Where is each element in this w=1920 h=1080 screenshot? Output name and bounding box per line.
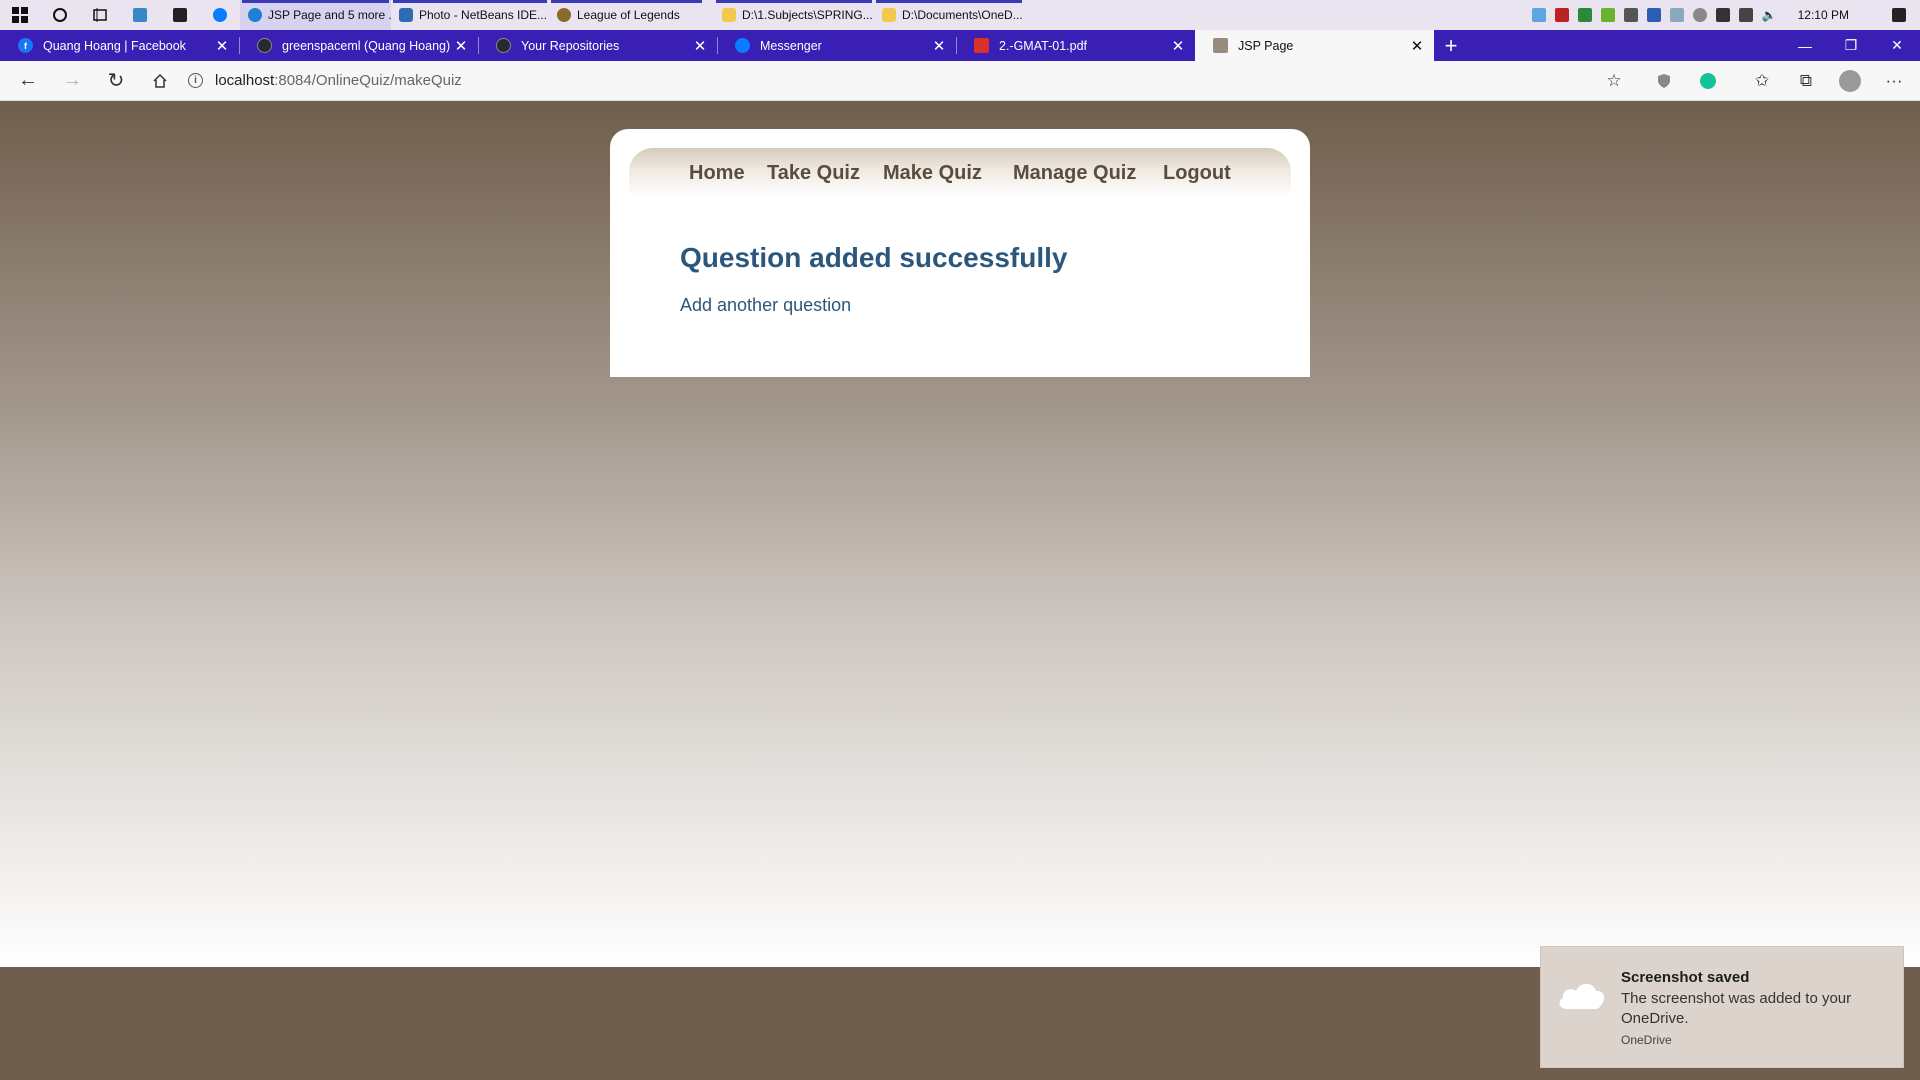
tab-title: Your Repositories [521, 38, 620, 53]
facebook-icon: f [18, 38, 33, 53]
close-window-icon[interactable]: ✕ [1874, 30, 1920, 61]
taskbar-app-label: Photo - NetBeans IDE... [419, 8, 548, 22]
tab-facebook[interactable]: f Quang Hoang | Facebook ✕ [0, 30, 239, 61]
notification-center-icon[interactable] [1892, 8, 1906, 22]
netbeans-icon [399, 8, 413, 22]
nvidia-tray-icon[interactable] [1600, 8, 1615, 22]
taskbar-app-folder-documents[interactable]: D:\Documents\OneD... [874, 0, 1024, 30]
github-icon [257, 38, 272, 53]
cortana-search-icon[interactable] [40, 0, 80, 30]
tab-messenger[interactable]: Messenger ✕ [717, 30, 956, 61]
page-icon [1213, 38, 1228, 53]
store-icon[interactable] [160, 0, 200, 30]
tab-jsp-page[interactable]: JSP Page ✕ [1195, 30, 1434, 61]
taskbar-app-league[interactable]: League of Legends [549, 0, 704, 30]
close-icon[interactable]: ✕ [1169, 37, 1187, 55]
close-icon[interactable]: ✕ [691, 37, 709, 55]
messenger-icon [735, 38, 750, 53]
refresh-icon[interactable]: ↻ [94, 61, 138, 101]
back-icon[interactable]: ← [6, 61, 50, 101]
close-icon[interactable]: ✕ [213, 37, 231, 55]
taskbar-app-label: D:\Documents\OneD... [902, 8, 1023, 22]
collections-icon[interactable]: ⧉ [1784, 61, 1828, 101]
windows-taskbar: JSP Page and 5 more ... Photo - NetBeans… [0, 0, 1920, 30]
page-title: Question added successfully [680, 242, 1068, 273]
info-icon[interactable]: i [188, 73, 203, 88]
profile-avatar[interactable] [1828, 61, 1872, 101]
menu-manage-quiz[interactable]: Manage Quiz [1013, 162, 1136, 185]
github-icon [496, 38, 511, 53]
menu-take-quiz[interactable]: Take Quiz [767, 162, 860, 185]
toast-source: OneDrive [1621, 1033, 1672, 1047]
taskbar-app-label: D:\1.Subjects\SPRING... [742, 8, 873, 22]
address-bar[interactable]: i localhost:8084/OnlineQuiz/makeQuiz [188, 72, 462, 89]
cloud-tray-icon[interactable] [1692, 8, 1707, 22]
taskbar-app-label: JSP Page and 5 more ... [268, 8, 391, 22]
task-view-icon[interactable] [80, 0, 120, 30]
new-tab-button[interactable]: + [1434, 30, 1468, 61]
more-menu-icon[interactable]: ··· [1872, 61, 1916, 101]
word-tray-icon[interactable] [1646, 8, 1661, 22]
tab-pdf[interactable]: 2.-GMAT-01.pdf ✕ [956, 30, 1195, 61]
toast-body: The screenshot was added to your OneDriv… [1621, 990, 1852, 1027]
browser-toolbar: ← → ↻ i localhost:8084/OnlineQuiz/makeQu… [0, 61, 1920, 101]
grammarly-icon[interactable] [1686, 61, 1730, 101]
minimize-icon[interactable]: — [1782, 30, 1828, 61]
close-icon[interactable]: ✕ [1408, 37, 1426, 55]
menu-make-quiz[interactable]: Make Quiz [883, 162, 982, 185]
tracking-shield-icon[interactable] [1642, 61, 1686, 101]
close-icon[interactable]: ✕ [452, 37, 470, 55]
folder-icon [722, 8, 736, 22]
tab-title: Quang Hoang | Facebook [43, 38, 186, 53]
forward-icon[interactable]: → [50, 61, 94, 101]
page-viewport: Home Take Quiz Make Quiz Manage Quiz Log… [0, 101, 1920, 967]
app-tray-icon[interactable] [1669, 8, 1684, 22]
home-icon[interactable] [138, 61, 182, 101]
league-icon [557, 8, 571, 22]
menu-home[interactable]: Home [689, 162, 745, 185]
close-icon[interactable]: ✕ [930, 37, 948, 55]
volume-icon[interactable]: 🔈 [1762, 8, 1777, 22]
network-icon[interactable] [1738, 8, 1753, 22]
favorites-list-icon[interactable]: ✩ [1740, 61, 1784, 101]
url-path: :8084/OnlineQuiz/makeQuiz [274, 72, 462, 89]
edge-icon [248, 8, 262, 22]
url-host: localhost [215, 72, 275, 89]
window-controls: — ❐ ✕ [1782, 30, 1920, 61]
taskbar-app-folder-spring[interactable]: D:\1.Subjects\SPRING... [714, 0, 874, 30]
cloud-icon [1559, 983, 1605, 1009]
pinned-app-icon[interactable] [120, 0, 160, 30]
tab-github-profile[interactable]: greenspaceml (Quang Hoang) ✕ [239, 30, 478, 61]
battery-icon[interactable] [1715, 8, 1730, 22]
tab-title: Messenger [760, 38, 822, 53]
tab-title: greenspaceml (Quang Hoang) [282, 38, 451, 53]
folder-icon [882, 8, 896, 22]
toast-title: Screenshot saved [1621, 969, 1750, 986]
content-card: Home Take Quiz Make Quiz Manage Quiz Log… [610, 129, 1310, 377]
browser-tools: ☆ ✩ ⧉ ··· [1592, 61, 1920, 101]
taskbar-app-label: League of Legends [577, 8, 680, 22]
taskbar-app-edge[interactable]: JSP Page and 5 more ... [240, 0, 391, 30]
app-tray-icon[interactable] [1554, 8, 1569, 22]
menu-logout[interactable]: Logout [1163, 162, 1231, 185]
clock[interactable]: 12:10 PM [1798, 8, 1849, 22]
pdf-icon [974, 38, 989, 53]
windows-start-icon[interactable] [0, 0, 40, 30]
messenger-taskbar-icon[interactable] [200, 0, 240, 30]
tab-title: JSP Page [1238, 38, 1294, 53]
main-menu: Home Take Quiz Make Quiz Manage Quiz Log… [629, 148, 1291, 196]
add-another-question-link[interactable]: Add another question [680, 295, 851, 316]
app-tray-icon[interactable] [1623, 8, 1638, 22]
system-tray: 🔈 12:10 PM [1531, 0, 1920, 30]
favorite-star-icon[interactable]: ☆ [1592, 61, 1636, 101]
restore-icon[interactable]: ❐ [1828, 30, 1874, 61]
browser-tab-strip: f Quang Hoang | Facebook ✕ greenspaceml … [0, 30, 1920, 61]
taskbar-app-netbeans[interactable]: Photo - NetBeans IDE... [391, 0, 549, 30]
shield-tray-icon[interactable] [1577, 8, 1592, 22]
onedrive-tray-icon[interactable] [1531, 8, 1546, 22]
onedrive-toast[interactable]: Screenshot saved The screenshot was adde… [1540, 946, 1904, 1068]
tab-github-repos[interactable]: Your Repositories ✕ [478, 30, 717, 61]
tab-title: 2.-GMAT-01.pdf [999, 38, 1087, 53]
